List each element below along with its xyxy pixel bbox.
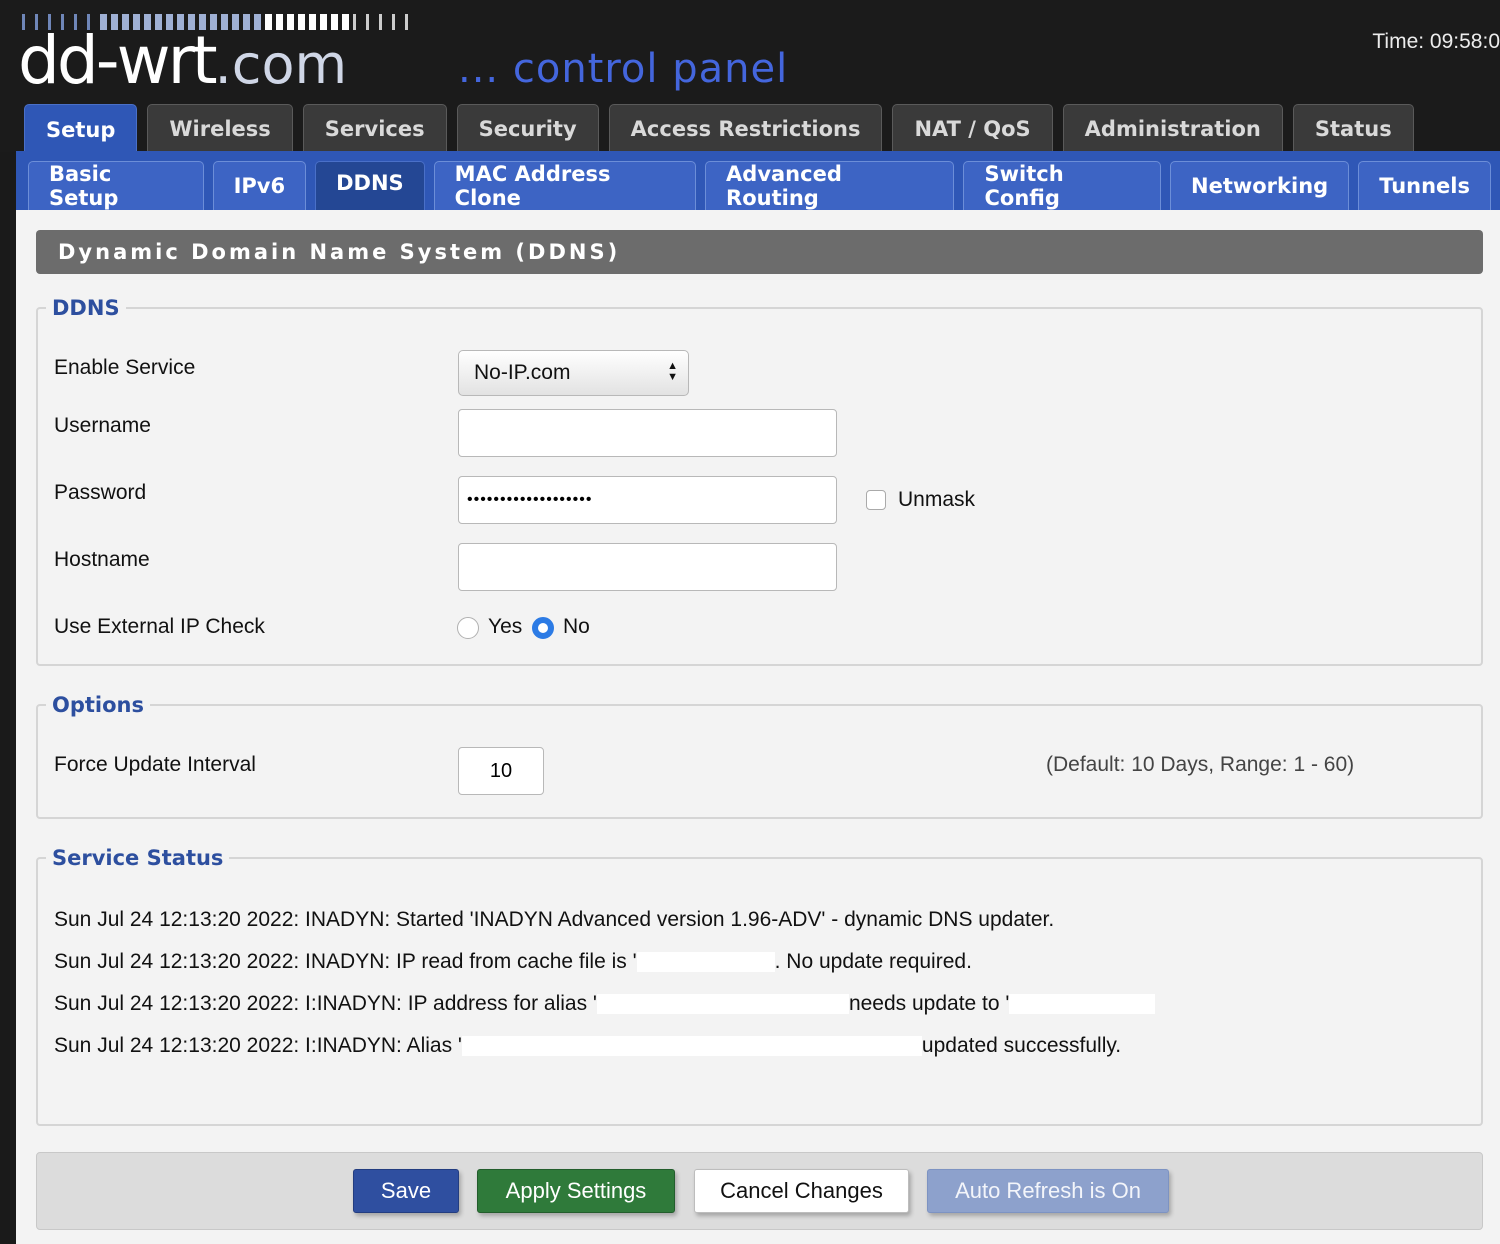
button-bar: Save Apply Settings Cancel Changes Auto … <box>36 1152 1483 1230</box>
service-status-section: Service Status Sun Jul 24 12:13:20 2022:… <box>36 846 1483 1126</box>
external-ip-yes-radio[interactable] <box>457 617 479 639</box>
tab-setup[interactable]: Setup <box>24 104 138 154</box>
redacted-ip <box>1009 994 1156 1015</box>
logo-bar <box>379 14 382 30</box>
subtab-tunnels[interactable]: Tunnels <box>1358 161 1491 210</box>
subtab-switch-config[interactable]: Switch Config <box>963 161 1161 210</box>
password-label: Password <box>54 481 147 504</box>
subtab-ipv6[interactable]: IPv6 <box>212 161 307 210</box>
hostname-input[interactable] <box>458 543 837 591</box>
redacted-details <box>461 1036 922 1057</box>
status-log-line: Sun Jul 24 12:13:20 2022: INADYN: Starte… <box>54 908 1055 931</box>
redacted-ip <box>636 952 775 973</box>
content-area: Dynamic Domain Name System (DDNS) DDNS E… <box>16 210 1500 1244</box>
logo-bar <box>392 14 395 30</box>
redacted-hostname <box>596 994 849 1015</box>
unmask-label: Unmask <box>898 488 976 511</box>
tab-nat-qos[interactable]: NAT / QoS <box>892 104 1053 152</box>
logo-subtitle: ... control panel <box>458 46 789 92</box>
apply-settings-button[interactable]: Apply Settings <box>477 1169 675 1213</box>
external-ip-no-label: No <box>563 615 590 638</box>
tab-status[interactable]: Status <box>1292 104 1414 152</box>
logo-bar <box>353 14 356 30</box>
clock: Time: 09:58:0 <box>1372 30 1500 53</box>
subtab-ddns[interactable]: DDNS <box>315 161 425 210</box>
subtab-mac-address-clone[interactable]: MAC Address Clone <box>433 161 697 210</box>
logo-bar <box>405 14 408 30</box>
select-arrows-icon: ▲ ▼ <box>667 360 678 383</box>
sub-tabs: Basic Setup IPv6 DDNS MAC Address Clone … <box>28 161 1500 210</box>
logo-bar <box>366 14 369 30</box>
ddns-section: DDNS Enable Service No-IP.com ▲ ▼ Usernam… <box>36 296 1483 666</box>
force-update-interval-hint: (Default: 10 Days, Range: 1 - 60) <box>1046 753 1355 776</box>
password-input[interactable]: ••••••••••••••••••• <box>458 476 837 524</box>
sub-tab-bar: Basic Setup IPv6 DDNS MAC Address Clone … <box>16 151 1500 210</box>
tab-services[interactable]: Services <box>302 104 447 152</box>
external-ip-check-label: Use External IP Check <box>54 615 265 638</box>
header: dd-wrt.com ... control panel Time: 09:58… <box>0 0 1500 154</box>
force-update-interval-label: Force Update Interval <box>54 753 256 776</box>
page-title: Dynamic Domain Name System (DDNS) <box>36 230 1483 274</box>
status-log-line: Sun Jul 24 12:13:20 2022: I:INADYN: Alia… <box>54 1034 1122 1057</box>
ddns-legend: DDNS <box>52 296 120 320</box>
force-update-interval-input[interactable] <box>458 747 544 795</box>
auto-refresh-button[interactable]: Auto Refresh is On <box>927 1169 1169 1213</box>
hostname-label: Hostname <box>54 548 150 571</box>
external-ip-no-radio[interactable] <box>532 617 554 639</box>
unmask-checkbox[interactable] <box>866 490 886 510</box>
tab-security[interactable]: Security <box>456 104 599 152</box>
status-log-line: Sun Jul 24 12:13:20 2022: I:INADYN: IP a… <box>54 992 1156 1016</box>
options-legend: Options <box>52 693 144 717</box>
logo: dd-wrt.com <box>18 22 348 99</box>
enable-service-value: No-IP.com <box>474 361 571 384</box>
enable-service-select[interactable]: No-IP.com ▲ ▼ <box>458 350 689 396</box>
tab-administration[interactable]: Administration <box>1062 104 1283 152</box>
cancel-changes-button[interactable]: Cancel Changes <box>694 1169 909 1213</box>
username-input[interactable] <box>458 409 837 457</box>
subtab-networking[interactable]: Networking <box>1170 161 1350 210</box>
main-tabs: Setup Wireless Services Security Access … <box>24 104 1424 154</box>
subtab-basic-setup[interactable]: Basic Setup <box>28 161 204 210</box>
service-status-legend: Service Status <box>52 846 224 870</box>
options-section: Options Force Update Interval (Default: … <box>36 693 1483 819</box>
save-button[interactable]: Save <box>353 1169 459 1213</box>
subtab-advanced-routing[interactable]: Advanced Routing <box>705 161 955 210</box>
enable-service-label: Enable Service <box>54 356 196 379</box>
username-label: Username <box>54 414 151 437</box>
tab-access-restrictions[interactable]: Access Restrictions <box>608 104 883 152</box>
tab-wireless[interactable]: Wireless <box>147 104 293 152</box>
status-log-line: Sun Jul 24 12:13:20 2022: INADYN: IP rea… <box>54 950 972 973</box>
external-ip-yes-label: Yes <box>488 615 523 638</box>
